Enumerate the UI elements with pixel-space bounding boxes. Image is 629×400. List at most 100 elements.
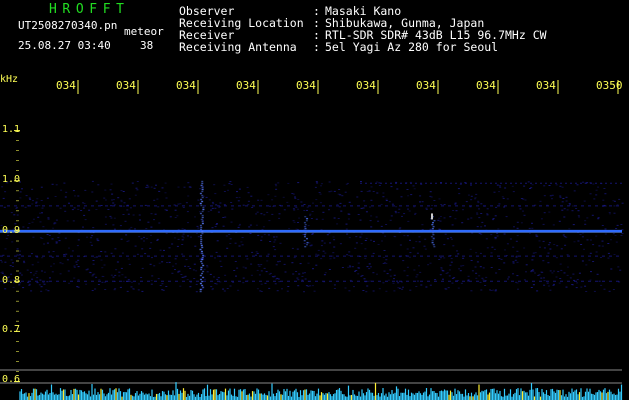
noise-speck — [421, 224, 424, 226]
noise-speck — [451, 238, 453, 240]
noise-speck — [409, 289, 412, 291]
noise-speck — [368, 268, 371, 270]
noise-speck — [236, 267, 239, 269]
noise-speck — [92, 263, 95, 265]
noise-speck — [141, 290, 144, 292]
noise-speck — [153, 199, 156, 201]
noise-speck — [425, 207, 428, 209]
noise-speck — [169, 216, 172, 218]
noise-speck — [177, 186, 180, 188]
noise-speck — [41, 270, 43, 272]
noise-speck — [577, 210, 580, 212]
noise-speck — [386, 273, 389, 275]
noise-speck — [165, 232, 168, 234]
noise-speck — [398, 287, 401, 289]
noise-speck — [608, 290, 611, 292]
noise-speck — [194, 216, 196, 218]
x-tick-label: 034 — [236, 79, 256, 92]
noise-speck — [129, 207, 132, 209]
meteor-echo-pixel — [201, 230, 204, 233]
meteor-echo-pixel — [200, 250, 203, 253]
noise-speck — [337, 218, 340, 219]
noise-speck — [162, 289, 165, 291]
noise-speck — [271, 276, 274, 278]
meteor-echo-pixel — [199, 202, 202, 205]
noise-speck — [151, 275, 154, 277]
noise-speck — [539, 246, 541, 248]
noise-speck — [230, 221, 233, 223]
x-tick-label: 034 — [536, 79, 556, 92]
noise-speck — [512, 246, 515, 248]
noise-speck — [172, 265, 175, 267]
noise-speck — [110, 252, 113, 254]
noise-speck — [63, 254, 66, 256]
noise-speck — [479, 281, 482, 283]
noise-speck — [35, 201, 38, 203]
noise-speck — [580, 286, 583, 288]
noise-speck — [58, 240, 61, 242]
noise-speck — [531, 222, 533, 224]
noise-speck — [370, 199, 373, 201]
noise-speck — [303, 291, 305, 293]
noise-speck — [207, 211, 210, 213]
noise-speck — [562, 234, 565, 236]
noise-speck — [4, 248, 7, 250]
noise-speck — [136, 189, 139, 191]
noise-speck — [63, 182, 66, 184]
noise-speck — [364, 240, 367, 241]
noise-speck — [223, 290, 226, 292]
noise-speck — [122, 191, 125, 192]
meteor-echo-pixel — [200, 244, 203, 247]
noise-speck — [418, 241, 421, 243]
noise-speck — [394, 236, 397, 238]
noise-speck — [517, 288, 519, 290]
noise-speck — [55, 219, 58, 221]
noise-speck — [22, 226, 25, 228]
noise-speck — [229, 285, 232, 287]
noise-speck — [227, 189, 229, 191]
noise-speck — [485, 276, 488, 278]
noise-speck — [476, 212, 479, 214]
noise-speck — [52, 251, 55, 252]
noise-speck — [340, 210, 343, 212]
noise-speck — [94, 288, 97, 290]
noise-speck — [74, 195, 76, 197]
noise-speck — [283, 263, 286, 265]
noise-speck — [92, 274, 94, 276]
noise-speck — [117, 197, 120, 199]
noise-speck — [306, 206, 309, 208]
noise-speck — [19, 197, 22, 199]
noise-speck — [572, 273, 575, 275]
noise-speck — [297, 208, 299, 210]
noise-speck — [494, 236, 497, 238]
noise-speck — [519, 208, 522, 210]
noise-speck — [111, 199, 113, 201]
meteor-echo-pixel — [304, 233, 307, 236]
noise-speck — [400, 196, 403, 198]
noise-speck — [524, 199, 527, 201]
noise-speck — [196, 225, 199, 227]
noise-speck — [416, 252, 419, 254]
noise-speck — [232, 281, 235, 283]
noise-speck — [125, 234, 128, 236]
noise-speck — [257, 264, 260, 266]
noise-speck — [365, 237, 368, 239]
noise-speck — [597, 217, 600, 219]
noise-speck — [336, 204, 339, 206]
noise-speck — [11, 266, 14, 267]
noise-speck — [48, 251, 50, 253]
noise-speck — [389, 219, 392, 221]
noise-speck — [467, 275, 470, 277]
noise-speck — [321, 240, 324, 242]
meteor-echo-pixel — [202, 208, 205, 211]
noise-speck — [33, 274, 35, 276]
noise-speck — [482, 267, 485, 269]
noise-speck — [83, 214, 86, 216]
noise-speck — [584, 223, 587, 225]
noise-speck — [454, 202, 457, 204]
noise-speck — [192, 269, 195, 271]
noise-speck — [225, 235, 228, 237]
noise-speck — [59, 207, 62, 209]
noise-speck — [486, 247, 489, 249]
meteor-echo-pixel — [200, 228, 203, 231]
